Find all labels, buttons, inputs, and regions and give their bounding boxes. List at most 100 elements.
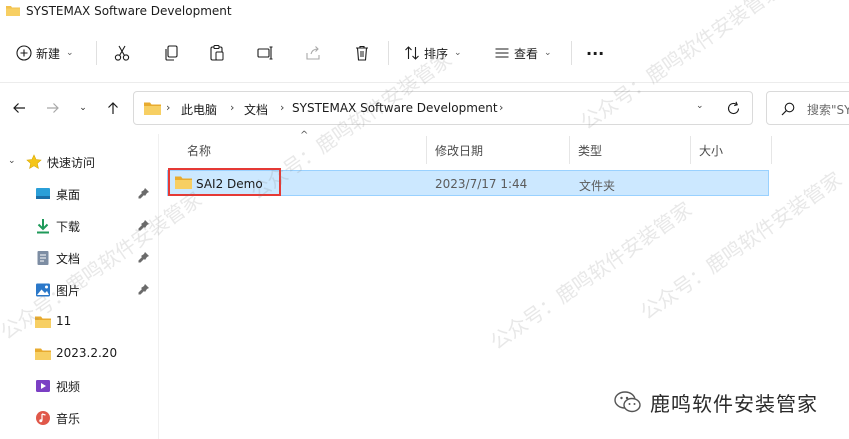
- window-title: SYSTEMAX Software Development: [26, 4, 232, 18]
- arrow-up-icon: [108, 102, 118, 114]
- column-divider[interactable]: [771, 136, 772, 164]
- new-button-label: 新建: [36, 46, 61, 61]
- sidebar-item-music[interactable]: 音乐: [0, 402, 158, 434]
- clipboard-icon: [210, 45, 224, 61]
- sidebar-item-label: 图片: [56, 284, 81, 298]
- sidebar-item-quick-access[interactable]: ⌄ 快速访问: [0, 146, 158, 178]
- arrow-right-icon: [47, 103, 59, 113]
- refresh-icon[interactable]: [726, 101, 741, 116]
- address-row: ⌄ › 此电脑 › 文档 › SYSTEMAX Software Develop…: [0, 82, 849, 135]
- more-icon: ···: [586, 43, 605, 63]
- sidebar-item-label: 音乐: [56, 412, 81, 426]
- folder-icon: [144, 102, 161, 115]
- title-bar: SYSTEMAX Software Development: [0, 0, 849, 26]
- breadcrumb-this-pc[interactable]: 此电脑: [181, 101, 217, 118]
- plus-circle-icon: [16, 45, 32, 61]
- column-divider[interactable]: [426, 136, 427, 164]
- chevron-right-icon: ›: [280, 101, 285, 114]
- highlight-box: [168, 168, 281, 196]
- chevron-down-icon: ⌄: [544, 48, 552, 58]
- scissors-icon: [114, 45, 130, 61]
- navigation-pane: ⌄ 快速访问 桌面 下载 文档 图片 11 2023.2.20 视频 音乐: [0, 134, 158, 439]
- download-icon: [37, 219, 49, 234]
- trash-icon: [356, 45, 368, 61]
- pictures-icon: [36, 283, 50, 297]
- paste-button[interactable]: [208, 39, 226, 67]
- wechat-icon: [614, 391, 641, 413]
- chevron-right-icon: ›: [499, 101, 504, 114]
- search-box[interactable]: 搜索"SY: [766, 91, 849, 125]
- chevron-right-icon: ›: [230, 101, 235, 114]
- cut-button[interactable]: [113, 39, 131, 67]
- pin-icon: [138, 220, 149, 231]
- column-header-name[interactable]: 名称: [187, 142, 211, 159]
- column-header-type[interactable]: 类型: [578, 142, 602, 159]
- view-button[interactable]: 查看 ⌄: [494, 39, 552, 67]
- sidebar-item-label: 快速访问: [47, 156, 96, 170]
- chevron-down-icon: ⌄: [66, 48, 74, 58]
- sidebar-item-label: 文档: [56, 252, 81, 266]
- folder-icon: [6, 6, 20, 16]
- sort-ascending-icon: ^: [300, 130, 309, 141]
- sidebar-item-label: 视频: [56, 380, 81, 394]
- rename-button[interactable]: [256, 39, 274, 67]
- toolbar-divider: [571, 41, 572, 65]
- sidebar-item-label: 11: [56, 314, 72, 328]
- chevron-right-icon: ›: [166, 101, 171, 114]
- sort-button-label: 排序: [424, 46, 449, 61]
- chevron-down-icon: ⌄: [79, 103, 87, 113]
- videos-icon: [36, 380, 50, 392]
- sidebar-item-label: 桌面: [56, 188, 81, 202]
- sidebar-item-folder-2023-2-20[interactable]: 2023.2.20: [0, 338, 158, 370]
- star-icon: [26, 154, 42, 170]
- column-header-size[interactable]: 大小: [699, 142, 723, 159]
- column-divider[interactable]: [569, 136, 570, 164]
- folder-icon: [35, 316, 51, 328]
- search-icon: [781, 102, 795, 116]
- desktop-icon: [36, 188, 50, 199]
- pin-icon: [138, 284, 149, 295]
- chevron-down-icon[interactable]: ⌄: [8, 156, 16, 166]
- brand-watermark: 鹿鸣软件安装管家: [614, 388, 818, 416]
- file-type: 文件夹: [579, 179, 616, 193]
- view-icon: [495, 48, 509, 58]
- sidebar-item-pictures[interactable]: 图片: [0, 274, 158, 306]
- copy-button[interactable]: [162, 39, 180, 67]
- up-button[interactable]: [104, 99, 122, 117]
- rename-icon: [257, 46, 273, 60]
- back-button[interactable]: [10, 99, 28, 117]
- brand-name: 鹿鸣软件安装管家: [650, 391, 818, 416]
- sidebar-item-folder-11[interactable]: 11: [0, 306, 158, 338]
- share-icon: [306, 46, 320, 60]
- new-button[interactable]: 新建 ⌄: [16, 39, 74, 67]
- pin-icon: [138, 188, 149, 199]
- breadcrumb-documents[interactable]: 文档: [244, 101, 268, 118]
- arrow-left-icon: [13, 103, 25, 113]
- forward-button[interactable]: [44, 99, 62, 117]
- chevron-down-icon: ⌄: [454, 48, 462, 58]
- sort-icon: [405, 46, 419, 60]
- sidebar-item-downloads[interactable]: 下载: [0, 210, 158, 242]
- view-button-label: 查看: [514, 46, 539, 61]
- more-options-button[interactable]: ···: [586, 39, 604, 67]
- sidebar-item-desktop[interactable]: 桌面: [0, 178, 158, 210]
- recent-locations-button[interactable]: ⌄: [74, 99, 92, 117]
- share-button[interactable]: [304, 39, 322, 67]
- column-divider[interactable]: [690, 136, 691, 164]
- address-bar[interactable]: › 此电脑 › 文档 › SYSTEMAX Software Developme…: [133, 91, 753, 125]
- toolbar-divider: [96, 41, 97, 65]
- folder-icon: [35, 348, 51, 360]
- chevron-down-icon[interactable]: ⌄: [696, 101, 704, 111]
- command-bar: 新建 ⌄ 排序 ⌄ 查看 ⌄ ···: [0, 26, 849, 82]
- sidebar-item-label: 2023.2.20: [56, 346, 118, 360]
- sidebar-item-documents[interactable]: 文档: [0, 242, 158, 274]
- delete-button[interactable]: [353, 39, 371, 67]
- document-icon: [37, 251, 49, 265]
- breadcrumb-current-folder[interactable]: SYSTEMAX Software Development: [292, 101, 498, 115]
- sort-button[interactable]: 排序 ⌄: [404, 39, 462, 67]
- sidebar-item-videos[interactable]: 视频: [0, 370, 158, 402]
- toolbar-divider: [388, 41, 389, 65]
- column-header-modified[interactable]: 修改日期: [435, 142, 483, 159]
- file-modified-date: 2023/7/17 1:44: [435, 177, 528, 191]
- sidebar-item-label: 下载: [56, 220, 81, 234]
